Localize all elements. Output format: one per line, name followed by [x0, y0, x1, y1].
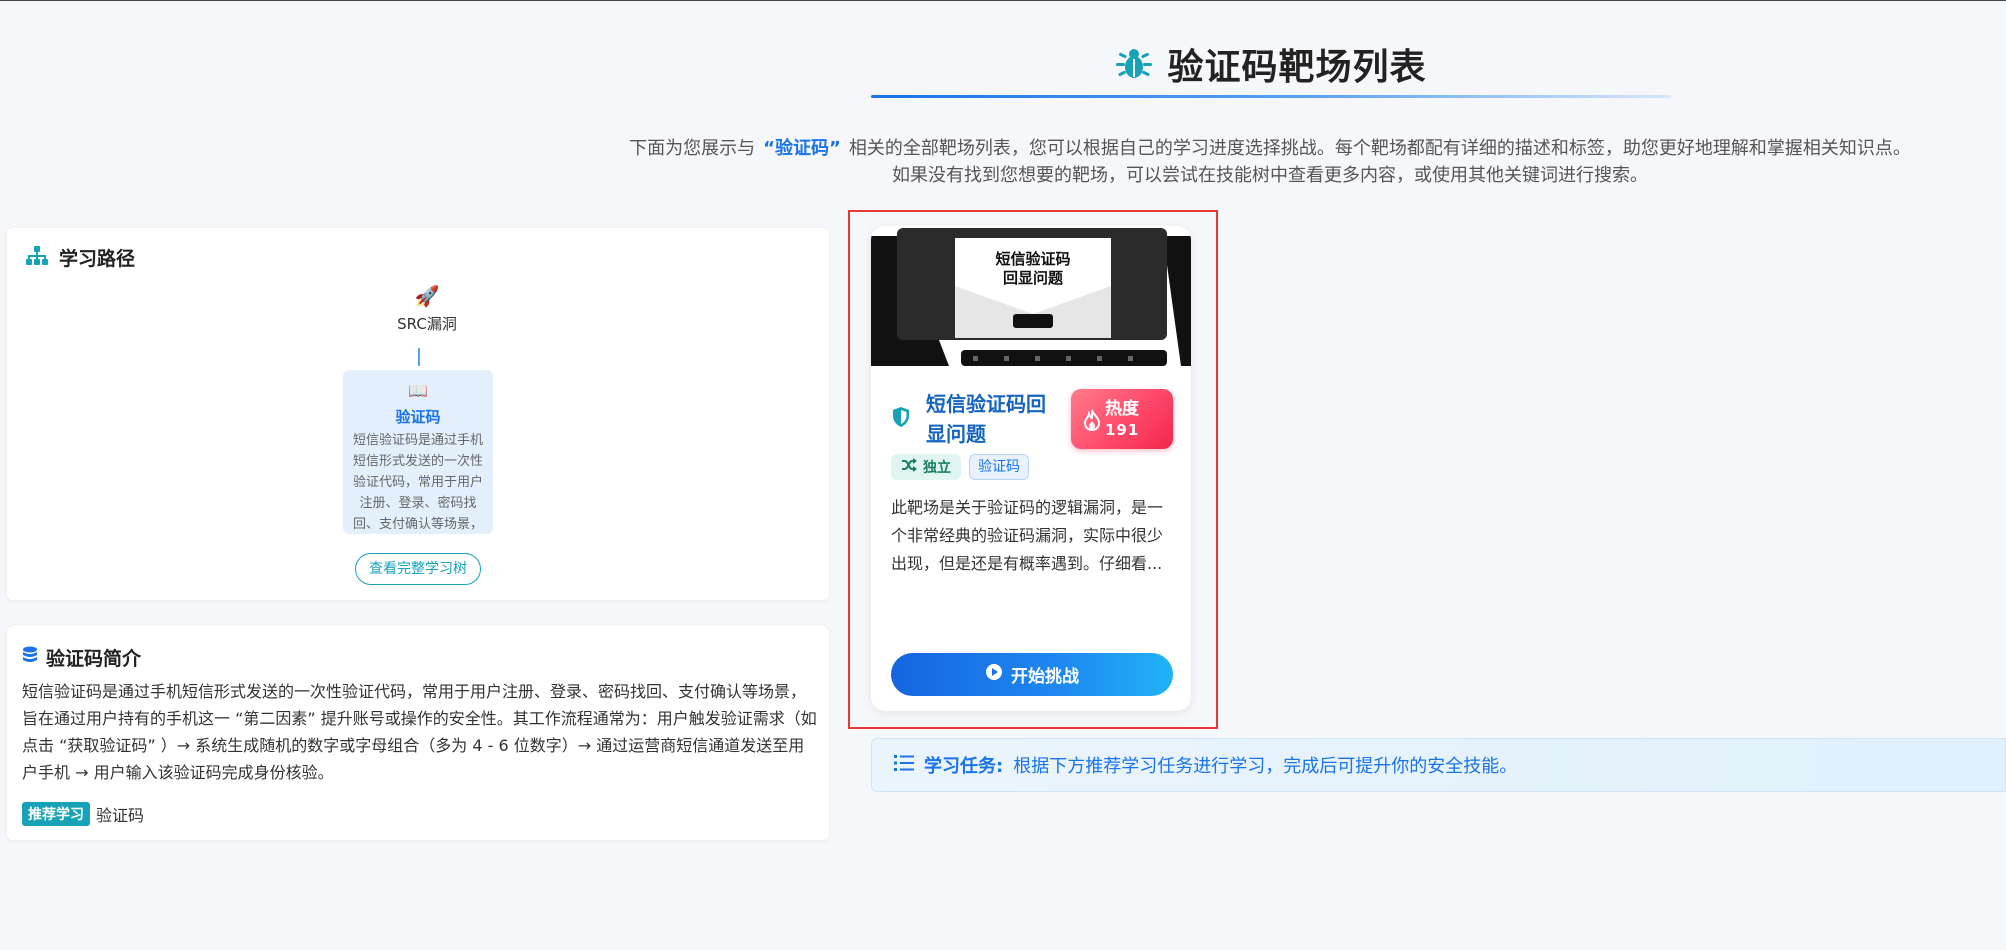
heat-label: 热度	[1105, 399, 1139, 419]
recommend-link[interactable]: 验证码	[96, 802, 144, 826]
card-description: 此靶场是关于验证码的逻辑漏洞，是一个非常经典的验证码漏洞，实际中很少出现，但是还…	[891, 498, 1164, 573]
path-node-src-label: SRC漏洞	[397, 315, 457, 333]
card-title[interactable]: 短信验证码回显问题	[926, 389, 1061, 449]
database-icon	[22, 646, 38, 670]
title-underline	[871, 95, 1671, 98]
category-tag[interactable]: 验证码	[969, 454, 1029, 480]
learning-task-bar: 学习任务: 根据下方推荐学习任务进行学习，完成后可提升你的安全技能。	[871, 738, 2006, 792]
mode-tag-label: 独立	[923, 460, 951, 476]
intro-line2: 如果没有找到您想要的靶场，可以尝试在技能树中查看更多内容，或使用其他关键词进行搜…	[892, 165, 1648, 186]
play-icon	[985, 663, 1003, 686]
shuffle-icon	[901, 458, 917, 476]
view-full-tree-button[interactable]: 查看完整学习树	[355, 553, 481, 585]
book-icon: 📖	[408, 381, 428, 400]
recommend-badge: 推荐学习	[22, 802, 90, 826]
intro-keyword: “验证码”	[763, 138, 841, 159]
shield-icon	[891, 406, 911, 432]
card-thumbnail: 短信验证码 回显问题	[871, 226, 1191, 366]
card-tags: 独立 验证码	[891, 454, 1029, 480]
task-text: 根据下方推荐学习任务进行学习，完成后可提升你的安全技能。	[1013, 756, 1518, 777]
page-header: 验证码靶场列表	[870, 38, 1670, 90]
mode-tag: 独立	[891, 454, 961, 480]
page-title: 验证码靶场列表	[1167, 47, 1427, 88]
heat-badge: 热度 191	[1071, 389, 1173, 449]
path-connector	[418, 348, 420, 366]
path-node-src[interactable]: 🚀 SRC漏洞	[347, 283, 507, 334]
start-challenge-button[interactable]: 开始挑战	[891, 653, 1173, 696]
intro-suffix: 相关的全部靶场列表，您可以根据自己的学习进度选择挑战。每个靶场都配有详细的描述和…	[848, 138, 1911, 159]
thumbnail-button	[1013, 314, 1053, 328]
task-label: 学习任务:	[924, 756, 1004, 777]
start-challenge-label: 开始挑战	[1011, 667, 1079, 687]
topic-intro-panel: 验证码简介 短信验证码是通过手机短信形式发送的一次性验证代码，常用于用户注册、登…	[7, 626, 829, 840]
challenge-card[interactable]: 短信验证码 回显问题 短信验证码回显问题 热度 191 独立 验证码 此靶场是关…	[871, 226, 1191, 711]
topic-intro-title: 验证码简介	[46, 648, 142, 670]
heat-value: 191	[1105, 421, 1140, 439]
path-node-current[interactable]: 📖 验证码 短信验证码是通过手机短信形式发送的一次性验证代码，常用于用户注册、登…	[343, 370, 493, 534]
bug-icon	[1113, 43, 1155, 85]
flame-icon	[1083, 409, 1101, 435]
intro-prefix: 下面为您展示与	[629, 138, 756, 159]
topic-intro-body: 短信验证码是通过手机短信形式发送的一次性验证代码，常用于用户注册、登录、密码找回…	[22, 682, 817, 782]
sitemap-icon	[25, 245, 49, 271]
path-node-current-title: 验证码	[395, 408, 441, 426]
task-list-icon	[894, 754, 914, 776]
thumbnail-title: 短信验证码 回显问题	[995, 250, 1071, 287]
intro-text: 下面为您展示与 “验证码” 相关的全部靶场列表，您可以根据自己的学习进度选择挑战。每…	[620, 135, 1920, 189]
learning-path-title: 学习路径	[59, 248, 136, 270]
top-border	[0, 0, 2006, 1]
rocket-icon: 🚀	[414, 284, 440, 308]
learning-path-panel: 学习路径 🚀 SRC漏洞 📖 验证码 短信验证码是通过手机短信形式发送的一次性验…	[7, 228, 829, 600]
recommend-row: 推荐学习 验证码	[22, 802, 144, 826]
path-node-current-desc: 短信验证码是通过手机短信形式发送的一次性验证代码，常用于用户注册、登录、密码找回…	[352, 433, 483, 532]
